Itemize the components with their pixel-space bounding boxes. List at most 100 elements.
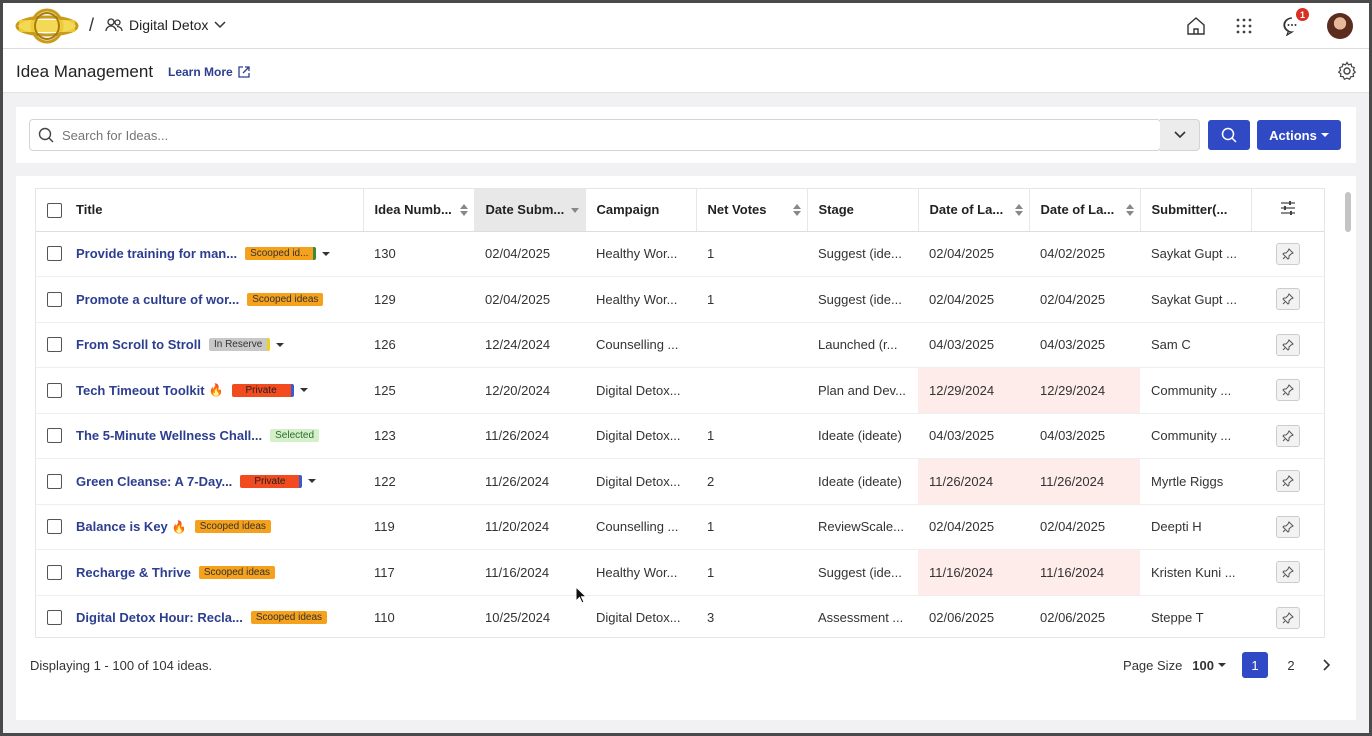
pin-button[interactable] — [1276, 606, 1300, 629]
title-cell: Recharge & Thrive Scooped ideas — [36, 549, 363, 596]
row-checkbox[interactable] — [47, 473, 62, 489]
date-last-1-cell: 04/03/2025 — [918, 413, 1029, 459]
row-spacer — [1324, 550, 1325, 596]
row-checkbox[interactable] — [47, 428, 62, 444]
column-title[interactable]: Title — [36, 189, 364, 232]
actions-button[interactable]: Actions — [1257, 120, 1341, 150]
submitter-cell: Saykat Gupt ... — [1140, 276, 1251, 323]
column-date-last-1[interactable]: Date of La... — [918, 189, 1030, 232]
idea-title-link[interactable]: Balance is Key — [76, 519, 168, 534]
status-tag[interactable]: Private — [231, 383, 294, 397]
chevron-down-icon — [214, 21, 226, 29]
vertical-scrollbar[interactable] — [1345, 192, 1351, 232]
sort-desc-icon — [570, 208, 579, 213]
idea-title-link[interactable]: Recharge & Thrive — [76, 565, 191, 580]
pin-button[interactable] — [1276, 242, 1300, 265]
status-tag[interactable]: Scooped ideas — [198, 565, 276, 579]
column-settings[interactable] — [1251, 189, 1324, 232]
row-checkbox[interactable] — [47, 610, 62, 626]
campaign-cell: Counselling ... — [585, 322, 696, 368]
search-button[interactable] — [1208, 120, 1250, 150]
page-2-button[interactable]: 2 — [1278, 652, 1304, 678]
idea-number-cell: 110 — [363, 595, 474, 637]
column-date-last-2[interactable]: Date of La... — [1029, 189, 1141, 232]
pin-button[interactable] — [1276, 515, 1300, 538]
apps-button[interactable] — [1231, 13, 1257, 39]
idea-number-cell: 130 — [363, 231, 474, 277]
idea-title-link[interactable]: Tech Timeout Toolkit — [76, 383, 205, 398]
status-tag[interactable]: In Reserve — [208, 338, 271, 352]
idea-title-link[interactable]: Promote a culture of wor... — [76, 292, 239, 307]
title-cell: The 5-Minute Wellness Chall... Selected — [36, 413, 363, 459]
row-checkbox[interactable] — [47, 337, 62, 353]
sort-icon — [792, 204, 801, 216]
status-tag[interactable]: Scooped id... — [245, 247, 317, 261]
page-size-select[interactable]: 100 — [1192, 658, 1226, 673]
date-last-1-cell: 02/04/2025 — [918, 504, 1029, 550]
learn-more-link[interactable]: Learn More — [168, 65, 250, 79]
title-cell: From Scroll to Stroll In Reserve — [36, 322, 363, 368]
stage-cell: ReviewScale... — [807, 504, 918, 550]
column-submitter[interactable]: Submitter(... — [1140, 189, 1252, 232]
table-row: Provide training for man... Scooped id...… — [36, 231, 1324, 277]
community-switcher[interactable]: Digital Detox — [105, 17, 226, 33]
pin-button[interactable] — [1276, 333, 1300, 356]
pin-button[interactable] — [1276, 424, 1300, 447]
pin-icon — [1282, 338, 1294, 351]
pin-button[interactable] — [1276, 561, 1300, 584]
select-all-checkbox[interactable] — [47, 202, 62, 218]
tag-dropdown-caret-icon[interactable] — [322, 251, 331, 256]
row-checkbox[interactable] — [47, 382, 62, 398]
idea-number-cell: 126 — [363, 322, 474, 368]
date-submitted-cell: 11/16/2024 — [474, 549, 585, 596]
settings-button[interactable] — [1337, 61, 1357, 84]
date-submitted-cell: 12/24/2024 — [474, 322, 585, 368]
idea-title-link[interactable]: The 5-Minute Wellness Chall... — [76, 428, 262, 443]
row-checkbox[interactable] — [47, 519, 62, 535]
status-tag[interactable]: Private — [240, 474, 303, 488]
stage-cell: Suggest (ide... — [807, 549, 918, 596]
campaign-cell: Healthy Wor... — [585, 231, 696, 277]
status-tag[interactable]: Scooped ideas — [194, 520, 271, 534]
pin-button[interactable] — [1276, 288, 1300, 311]
search-filter-dropdown[interactable] — [1160, 119, 1200, 151]
status-tag[interactable]: Scooped ideas — [250, 611, 328, 625]
status-tag[interactable]: Selected — [270, 429, 320, 443]
messages-button[interactable]: 1 — [1279, 8, 1309, 39]
column-campaign[interactable]: Campaign — [585, 189, 697, 232]
top-navigation: / Digital Detox 1 — [3, 3, 1369, 49]
next-page-button[interactable] — [1314, 652, 1340, 678]
status-tag[interactable]: Scooped ideas — [247, 292, 324, 306]
date-last-2-cell: 12/29/2024 — [1029, 367, 1140, 414]
idea-title-link[interactable]: Digital Detox Hour: Recla... — [76, 610, 243, 625]
idea-title-link[interactable]: From Scroll to Stroll — [76, 337, 201, 352]
row-spacer — [1324, 277, 1325, 323]
tag-dropdown-caret-icon[interactable] — [276, 342, 285, 347]
stage-cell: Ideate (ideate) — [807, 458, 918, 505]
row-checkbox[interactable] — [47, 564, 62, 580]
action-cell — [1251, 413, 1324, 459]
idea-title-link[interactable]: Green Cleanse: A 7-Day... — [76, 474, 232, 489]
column-idea-number[interactable]: Idea Numb... — [363, 189, 475, 232]
page-1-button[interactable]: 1 — [1242, 652, 1268, 678]
idea-title-link[interactable]: Provide training for man... — [76, 246, 237, 261]
caret-down-icon — [1218, 663, 1226, 667]
stage-cell: Suggest (ide... — [807, 276, 918, 323]
search-input[interactable] — [62, 127, 1160, 143]
tag-dropdown-caret-icon[interactable] — [308, 479, 317, 484]
row-checkbox[interactable] — [47, 246, 62, 262]
column-stage[interactable]: Stage — [807, 189, 919, 232]
row-checkbox[interactable] — [47, 291, 62, 307]
table-row: Recharge & Thrive Scooped ideas 117 11/16/2… — [36, 549, 1325, 596]
net-votes-cell — [696, 367, 807, 414]
brand-logo[interactable] — [15, 8, 79, 44]
user-avatar[interactable] — [1327, 13, 1353, 39]
column-date-submitted[interactable]: Date Subm... — [474, 189, 586, 232]
home-button[interactable] — [1183, 13, 1209, 39]
date-last-1-cell: 11/16/2024 — [918, 549, 1029, 596]
tag-dropdown-caret-icon[interactable] — [299, 388, 308, 393]
pin-button[interactable] — [1276, 379, 1300, 402]
pin-button[interactable] — [1276, 470, 1300, 493]
idea-number-cell: 125 — [363, 367, 474, 414]
column-net-votes[interactable]: Net Votes — [696, 189, 808, 232]
